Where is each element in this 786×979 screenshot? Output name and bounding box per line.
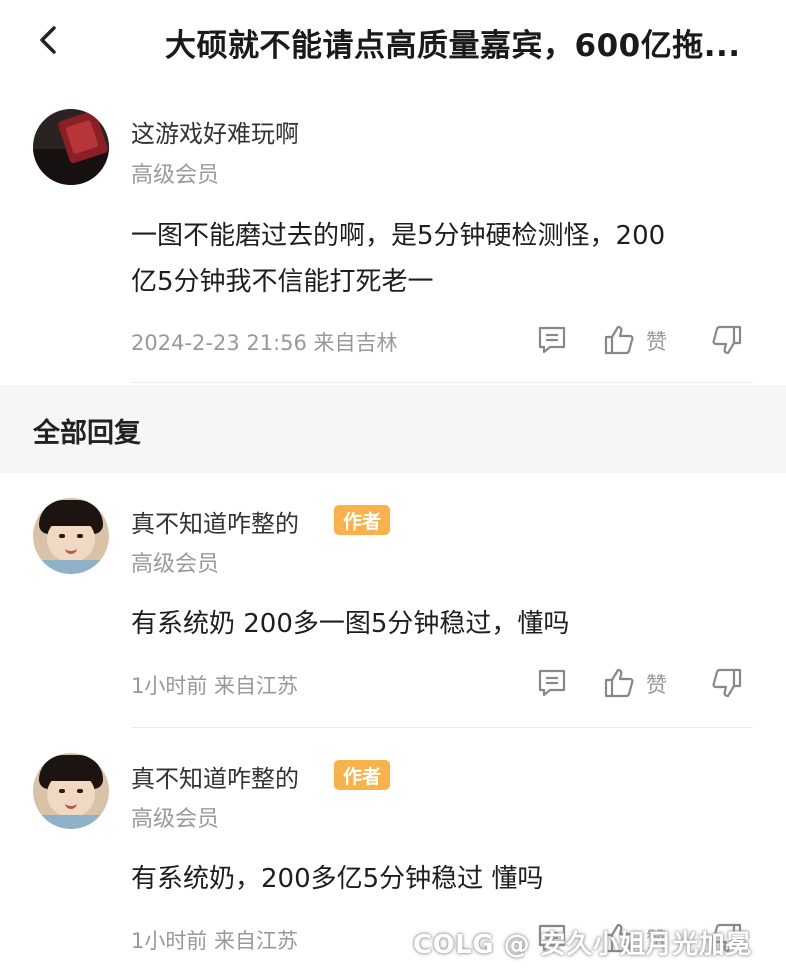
thumbs-down-icon [712,325,742,355]
thumbs-down-icon [712,668,742,698]
member-level: 高级会员 [131,163,220,188]
dislike-button[interactable] [710,665,744,701]
back-button[interactable] [30,22,66,58]
thumbs-up-icon [604,668,634,698]
comment-content: 一图不能磨过去的啊，是5分钟硬检测怪，200 亿5分钟我不信能打死老一 [131,213,665,305]
reply-button[interactable] [536,665,568,701]
comment-icon [538,326,566,354]
comment-icon [538,669,566,697]
avatar[interactable] [33,498,109,574]
chevron-left-icon [40,26,56,54]
content-line: 一图不能磨过去的啊，是5分钟硬检测怪，200 [131,221,666,251]
username[interactable]: 这游戏好难玩啊 [131,114,299,149]
like-label[interactable]: 赞 [646,669,667,699]
like-button[interactable] [602,665,636,701]
section-title: 全部回复 [33,418,141,449]
reply-content: 有系统奶，200多亿5分钟稳过 懂吗 [131,864,544,894]
reply-content: 有系统奶 200多一图5分钟稳过，懂吗 [131,609,570,639]
author-badge: 作者 [334,505,391,535]
content-line: 亿5分钟我不信能打死老一 [131,267,434,297]
reply-button[interactable] [536,322,568,358]
main-comment: 这游戏好难玩啊 高级会员 一图不能磨过去的啊，是5分钟硬检测怪，200 亿5分钟… [0,100,786,384]
replies-section-header: 全部回复 [0,385,786,473]
avatar[interactable] [33,109,109,185]
like-label[interactable]: 赞 [646,326,667,356]
dislike-button[interactable] [710,322,744,358]
like-button[interactable] [602,322,636,358]
divider [131,727,753,728]
watermark: COLG @ 安久小姐月光加冕 [413,930,752,960]
author-badge: 作者 [334,760,391,790]
comment-detail-page: 大硕就不能请点高质量嘉宾，600亿拖... 这游戏好难玩啊 高级会员 一图不能磨… [0,0,786,979]
timestamp-location: 1小时前 来自江苏 [131,674,299,698]
timestamp-location: 1小时前 来自江苏 [131,929,299,953]
thumbs-up-icon [604,325,634,355]
divider [131,382,753,383]
member-level: 高级会员 [131,552,220,577]
username[interactable]: 真不知道咋整的 [131,504,299,539]
action-bar: 赞 [536,665,746,701]
top-bar: 大硕就不能请点高质量嘉宾，600亿拖... [0,0,786,84]
page-title: 大硕就不能请点高质量嘉宾，600亿拖... [165,28,741,64]
avatar[interactable] [33,753,109,829]
member-level: 高级会员 [131,807,220,832]
action-bar: 赞 [536,322,746,358]
reply-item: 真不知道咋整的 作者 高级会员 有系统奶 200多一图5分钟稳过，懂吗 1小时前… [0,490,786,730]
username[interactable]: 真不知道咋整的 [131,759,299,794]
timestamp-location: 2024-2-23 21:56 来自吉林 [131,331,398,355]
